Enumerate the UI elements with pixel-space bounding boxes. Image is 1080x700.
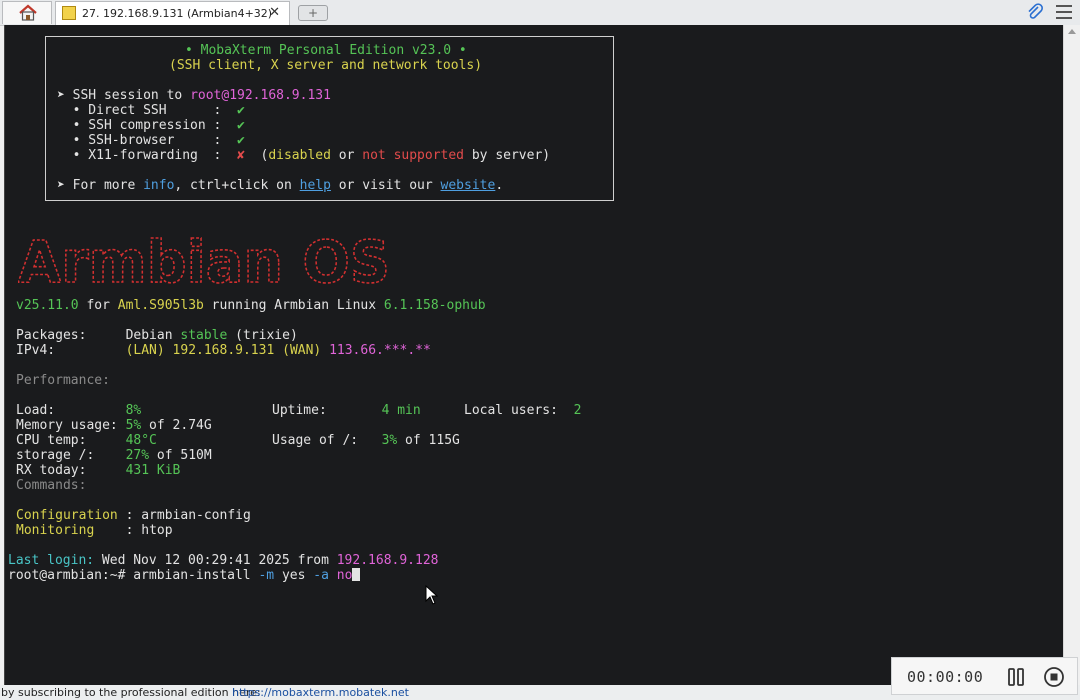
hamburger-menu-icon[interactable]	[1054, 3, 1074, 21]
last-login-line: Last login: Wed Nov 12 00:29:41 2025 fro…	[8, 553, 439, 568]
command-prompt-line[interactable]: root@armbian:~# armbian-install -m yes -…	[8, 568, 361, 583]
text-cursor	[352, 568, 361, 581]
rx-today-line: RX today: 431 KiB	[16, 463, 181, 478]
usage-of-root-line: Usage of /: 3% of 115G	[272, 433, 460, 448]
banner-title: • MobaXterm Personal Edition v23.0 •	[185, 43, 467, 58]
mouse-pointer-icon	[425, 585, 439, 605]
ipv4-line: IPv4: (LAN) 192.168.9.131 (WAN) 113.66.*…	[16, 343, 431, 358]
tab-session-label: 27. 192.168.9.131 (Armbian4+32)	[82, 7, 273, 20]
commands-heading: Commands:	[16, 478, 87, 493]
local-users-line: Local users: 2	[464, 403, 582, 418]
x11-forwarding-line: • X11-forwarding : ✘ (disabled or not su…	[57, 148, 551, 163]
help-link[interactable]: help	[300, 178, 331, 193]
direct-ssh-line: • Direct SSH : ✔	[57, 103, 245, 118]
armbian-os-logo: Armbian OS	[18, 235, 391, 285]
scroll-up-arrow-icon[interactable]	[1068, 29, 1076, 34]
stop-icon[interactable]	[1043, 666, 1065, 688]
new-tab-button[interactable]: +	[298, 5, 328, 21]
cpu-temp-line: CPU temp: 48°C	[16, 433, 157, 448]
ssh-compression-line: • SSH compression : ✔	[57, 118, 245, 133]
website-link[interactable]: website	[441, 178, 496, 193]
home-tab[interactable]	[2, 1, 52, 24]
home-icon	[19, 4, 37, 21]
monitoring-line: Monitoring : htop	[16, 523, 173, 538]
ssh-session-line: ➤ SSH session to root@192.168.9.131	[57, 88, 331, 103]
paperclip-icon[interactable]	[1025, 2, 1045, 22]
terminal-view[interactable]: • MobaXterm Personal Edition v23.0 • (SS…	[4, 25, 1063, 685]
ssh-session-icon	[62, 6, 76, 20]
close-icon[interactable]: ✕	[269, 5, 280, 20]
performance-heading: Performance:	[16, 373, 110, 388]
status-text: by subscribing to the professional editi…	[1, 686, 261, 699]
uptime-line: Uptime: 4 min	[272, 403, 421, 418]
info-link[interactable]: info	[143, 178, 174, 193]
ssh-browser-line: • SSH-browser : ✔	[57, 133, 245, 148]
pause-icon[interactable]	[1006, 668, 1026, 686]
version-line: v25.11.0 for Aml.S905l3b running Armbian…	[16, 298, 486, 313]
memory-usage-line: Memory usage: 5% of 2.74G	[16, 418, 212, 433]
configuration-line: Configuration : armbian-config	[16, 508, 251, 523]
svg-text:Armbian OS: Armbian OS	[18, 235, 390, 285]
tab-session[interactable]: 27. 192.168.9.131 (Armbian4+32) ✕	[55, 1, 290, 25]
professional-edition-link[interactable]: https://mobaxterm.mobatek.net	[232, 685, 409, 700]
storage-line: storage /: 27% of 510M	[16, 448, 212, 463]
banner-subtitle: (SSH client, X server and network tools)	[169, 58, 483, 73]
load-line: Load: 8%	[16, 403, 142, 418]
recorder-timer: 00:00:00	[907, 668, 984, 686]
packages-line: Packages: Debian stable (trixie)	[16, 328, 298, 343]
session-recorder: 00:00:00	[891, 657, 1078, 695]
tab-bar: 27. 192.168.9.131 (Armbian4+32) ✕ +	[0, 0, 1080, 26]
more-info-line: ➤ For more info, ctrl+click on help or v…	[57, 178, 504, 193]
vertical-scrollbar[interactable]	[1063, 25, 1080, 685]
